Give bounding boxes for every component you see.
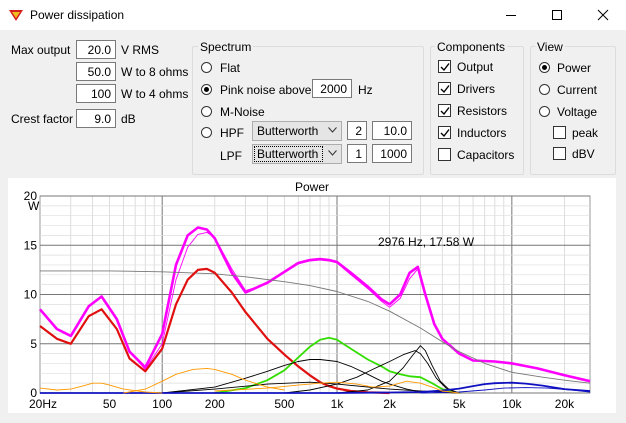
lpf-order-field[interactable]: 1 [347, 144, 367, 163]
check-icon [440, 63, 450, 72]
x-tick-label: 10k [502, 397, 522, 411]
chart-panel: Power 20Hz 50 100 200 500 1k 2k 5k 10k 20k 0 5 10 15 2… [8, 178, 616, 413]
y-axis-label: W [28, 199, 40, 213]
view-power-label: Power [557, 61, 592, 75]
window-title: Power dissipation [30, 8, 125, 22]
component-label-inductors: Inductors [457, 126, 507, 140]
chevron-down-icon [328, 127, 337, 133]
pink-noise-field[interactable]: 2000 [312, 79, 352, 98]
close-button[interactable] [580, 0, 626, 30]
pink-noise-unit: Hz [358, 83, 373, 97]
power-chart: Power 20Hz 50 100 200 500 1k 2k 5k 10k 20k0510152… [24, 180, 591, 411]
x-tick-label: 50 [103, 397, 117, 411]
pink-noise-label: Pink noise above [220, 83, 312, 97]
component-checkbox-capacitors[interactable] [438, 148, 451, 161]
max-output-field[interactable]: 20.0 [76, 40, 116, 59]
radio-m-noise[interactable] [201, 106, 212, 117]
y-tick-label: 5 [30, 337, 37, 351]
lpf-type-select[interactable]: Butterworth [252, 144, 342, 164]
w8-unit: W to 8 ohms [121, 65, 189, 79]
components-group-title: Components [435, 40, 508, 54]
radio-hpf[interactable] [201, 127, 212, 138]
y-tick-label: 0 [30, 386, 37, 400]
w8-field[interactable]: 50.0 [76, 62, 116, 81]
component-checkbox-inductors[interactable] [438, 126, 451, 139]
w4-field[interactable]: 100 [76, 84, 116, 103]
peak-label: peak [572, 126, 599, 140]
crest-factor-field[interactable]: 9.0 [76, 109, 116, 128]
radio-pink-noise[interactable] [201, 84, 212, 95]
radio-flat[interactable] [201, 62, 212, 73]
flat-label: Flat [220, 61, 241, 75]
check-icon [440, 107, 450, 116]
component-checkbox-resistors[interactable] [438, 104, 451, 117]
component-label-capacitors: Capacitors [457, 148, 515, 162]
crest-factor-unit: dB [121, 112, 136, 126]
minimize-icon [506, 15, 516, 16]
x-tick-label: 500 [274, 397, 294, 411]
radio-power[interactable] [539, 62, 550, 73]
view-group-title: View [535, 40, 565, 54]
crest-factor-label: Crest factor [11, 112, 74, 126]
x-tick-label: 2k [383, 397, 397, 411]
component-checkbox-output[interactable] [438, 60, 451, 73]
hpf-type-value: Butterworth [257, 124, 319, 138]
max-output-unit: V RMS [121, 43, 160, 57]
peak-checkbox[interactable] [553, 126, 566, 139]
chart-title: Power [295, 180, 329, 194]
view-voltage-label: Voltage [557, 105, 598, 119]
component-label-resistors: Resistors [457, 104, 508, 118]
maximize-button[interactable] [534, 0, 580, 30]
check-icon [440, 85, 450, 94]
component-label-output: Output [457, 60, 494, 74]
spectrum-group-title: Spectrum [198, 40, 254, 54]
title-bar: Power dissipation [0, 0, 626, 30]
component-checkbox-drivers[interactable] [438, 82, 451, 95]
m-noise-label: M-Noise [220, 105, 265, 119]
maximize-icon [552, 10, 562, 20]
radio-current[interactable] [539, 84, 550, 95]
hpf-order-field[interactable]: 2 [347, 121, 367, 140]
hpf-freq-field[interactable]: 10.0 [372, 121, 412, 140]
close-icon [597, 9, 609, 21]
view-current-label: Current [557, 83, 598, 97]
component-label-drivers: Drivers [457, 82, 495, 96]
lpf-freq-field[interactable]: 1000 [372, 144, 412, 163]
hpf-label: HPF [220, 126, 244, 140]
x-tick-label: 20k [555, 397, 575, 411]
hpf-type-select[interactable]: Butterworth [252, 121, 342, 141]
x-tick-label: 200 [205, 397, 225, 411]
x-tick-label: 5k [453, 397, 467, 411]
y-tick-label: 10 [24, 288, 38, 302]
dbv-label: dBV [572, 147, 595, 161]
app-icon [9, 10, 23, 21]
chevron-down-icon [328, 150, 337, 156]
w4-unit: W to 4 ohms [121, 87, 189, 101]
x-tick-label: 1k [331, 397, 345, 411]
lpf-label: LPF [220, 149, 243, 163]
chart-annotation: 2976 Hz, 17.58 W [378, 235, 475, 249]
radio-voltage[interactable] [539, 106, 550, 117]
max-output-label: Max output [11, 43, 71, 57]
minimize-button[interactable] [488, 0, 534, 30]
x-tick-label: 100 [152, 397, 172, 411]
check-icon [440, 129, 450, 138]
dbv-checkbox[interactable] [553, 147, 566, 160]
y-tick-label: 15 [24, 238, 38, 252]
